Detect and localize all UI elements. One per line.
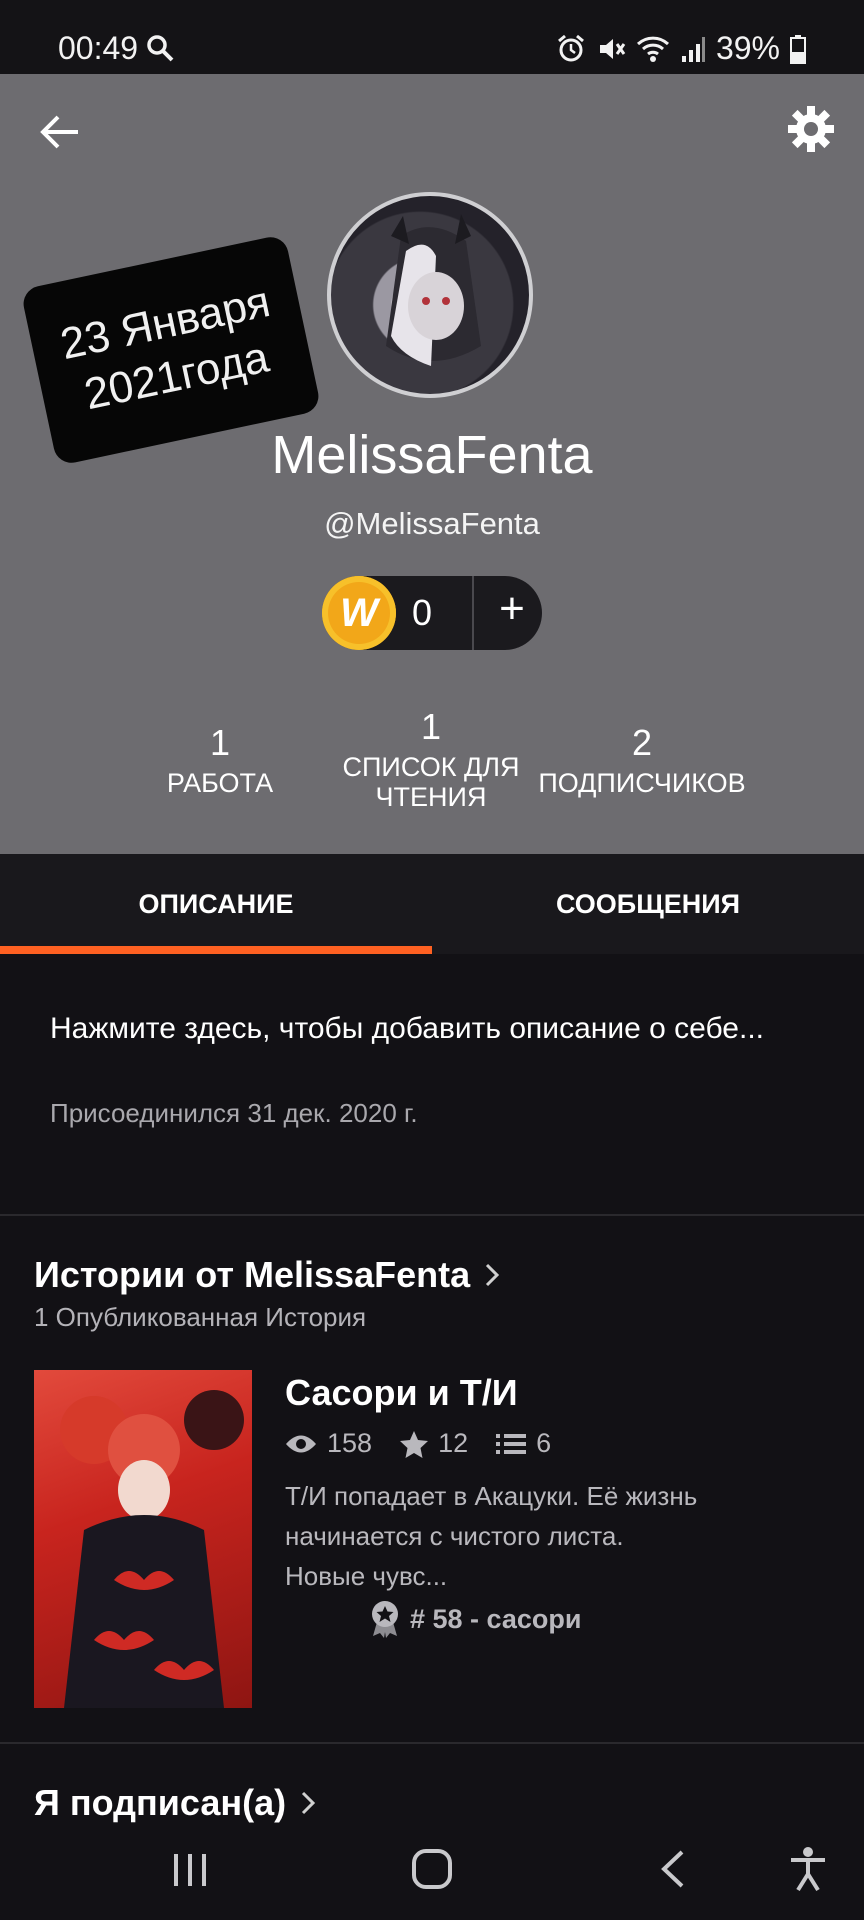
- profile-header: 23 Января 2021года MelissaFenta @Melissa…: [0, 74, 864, 854]
- story-votes: 12: [438, 1428, 469, 1458]
- story-cover-art: [60, 1390, 244, 1708]
- joined-date: Присоединился 31 дек. 2020 г.: [50, 1098, 418, 1128]
- search-icon: [147, 35, 174, 62]
- star-icon: [400, 1430, 429, 1458]
- tab-messages[interactable]: СООБЩЕНИЯ: [432, 854, 864, 954]
- wifi-icon: [636, 36, 669, 62]
- eye-icon: [286, 1435, 316, 1452]
- story-description: Т/И попадает в Акацуки. Её жизнь начинае…: [285, 1481, 698, 1591]
- section-divider: [0, 1214, 864, 1216]
- stat-reading-lists[interactable]: 1 СПИСОК ДЛЯ ЧТЕНИЯ: [316, 706, 546, 812]
- accessibility-icon[interactable]: [788, 1846, 828, 1892]
- tab-about[interactable]: ОПИСАНИЕ: [0, 854, 432, 954]
- add-description-prompt[interactable]: Нажмите здесь, чтобы добавить описание о…: [50, 1006, 770, 1051]
- stat-followers-label: ПОДПИСЧИКОВ: [538, 768, 746, 798]
- following-section-header[interactable]: Я подписан(а): [34, 1782, 316, 1824]
- profile-avatar[interactable]: [327, 192, 533, 398]
- story-stats: 158 12 6: [285, 1428, 551, 1459]
- mute-icon: [599, 38, 626, 59]
- profile-tabs: ОПИСАНИЕ СООБЩЕНИЯ: [0, 854, 864, 954]
- add-coins-button[interactable]: +: [482, 584, 542, 634]
- recent-apps-icon[interactable]: [170, 1850, 210, 1890]
- story-cover[interactable]: [34, 1370, 252, 1708]
- coin-count: 0: [412, 592, 433, 633]
- back-arrow-icon[interactable]: [38, 110, 82, 154]
- stat-reading-lists-label: СПИСОК ДЛЯ ЧТЕНИЯ: [342, 752, 520, 812]
- stat-works[interactable]: 1 РАБОТА: [105, 722, 335, 798]
- battery-icon: [790, 34, 806, 64]
- profile-handle: @MelissaFenta: [324, 506, 540, 541]
- stat-reading-lists-value: 1: [420, 706, 442, 747]
- story-title[interactable]: Сасори и Т/И: [285, 1372, 518, 1414]
- chevron-right-icon: [486, 1263, 500, 1287]
- story-reads: 158: [327, 1428, 373, 1458]
- story-rank-label: # 58 - сасори: [410, 1603, 582, 1634]
- settings-gear-icon[interactable]: [786, 104, 836, 154]
- stories-section-title: Истории от MelissaFenta: [34, 1254, 471, 1295]
- coin-symbol: W: [340, 590, 378, 635]
- back-nav-icon[interactable]: [658, 1848, 688, 1890]
- home-icon[interactable]: [411, 1848, 453, 1890]
- stat-followers-value: 2: [631, 722, 653, 763]
- stat-works-value: 1: [209, 722, 231, 763]
- story-parts: 6: [536, 1428, 552, 1458]
- stories-section-subtitle: 1 Опубликованная История: [34, 1302, 367, 1332]
- status-time: 00:49: [58, 30, 139, 66]
- avatar-illustration: [386, 214, 481, 366]
- alarm-icon: [557, 34, 584, 61]
- section-divider: [0, 1742, 864, 1744]
- signal-icon: [681, 36, 705, 62]
- battery-percent: 39%: [715, 30, 780, 66]
- chevron-right-icon: [302, 1791, 316, 1815]
- stories-section-header[interactable]: Истории от MelissaFenta: [34, 1254, 500, 1296]
- story-rank[interactable]: # 58 - сасори: [370, 1600, 582, 1638]
- coin-divider: [472, 576, 474, 650]
- coin-icon: W: [322, 576, 396, 650]
- coin-balance-pill[interactable]: W 0 +: [322, 576, 542, 650]
- stat-followers[interactable]: 2 ПОДПИСЧИКОВ: [527, 722, 757, 798]
- following-section-title: Я подписан(а): [34, 1782, 287, 1823]
- stat-works-label: РАБОТА: [166, 768, 274, 798]
- rank-badge-icon: [372, 1601, 398, 1638]
- status-bar: 00:49 39%: [0, 0, 864, 74]
- active-tab-indicator: [0, 946, 432, 954]
- system-nav-bar: [0, 1826, 864, 1920]
- profile-name: MelissaFenta: [271, 425, 593, 485]
- parts-list-icon: [496, 1433, 527, 1454]
